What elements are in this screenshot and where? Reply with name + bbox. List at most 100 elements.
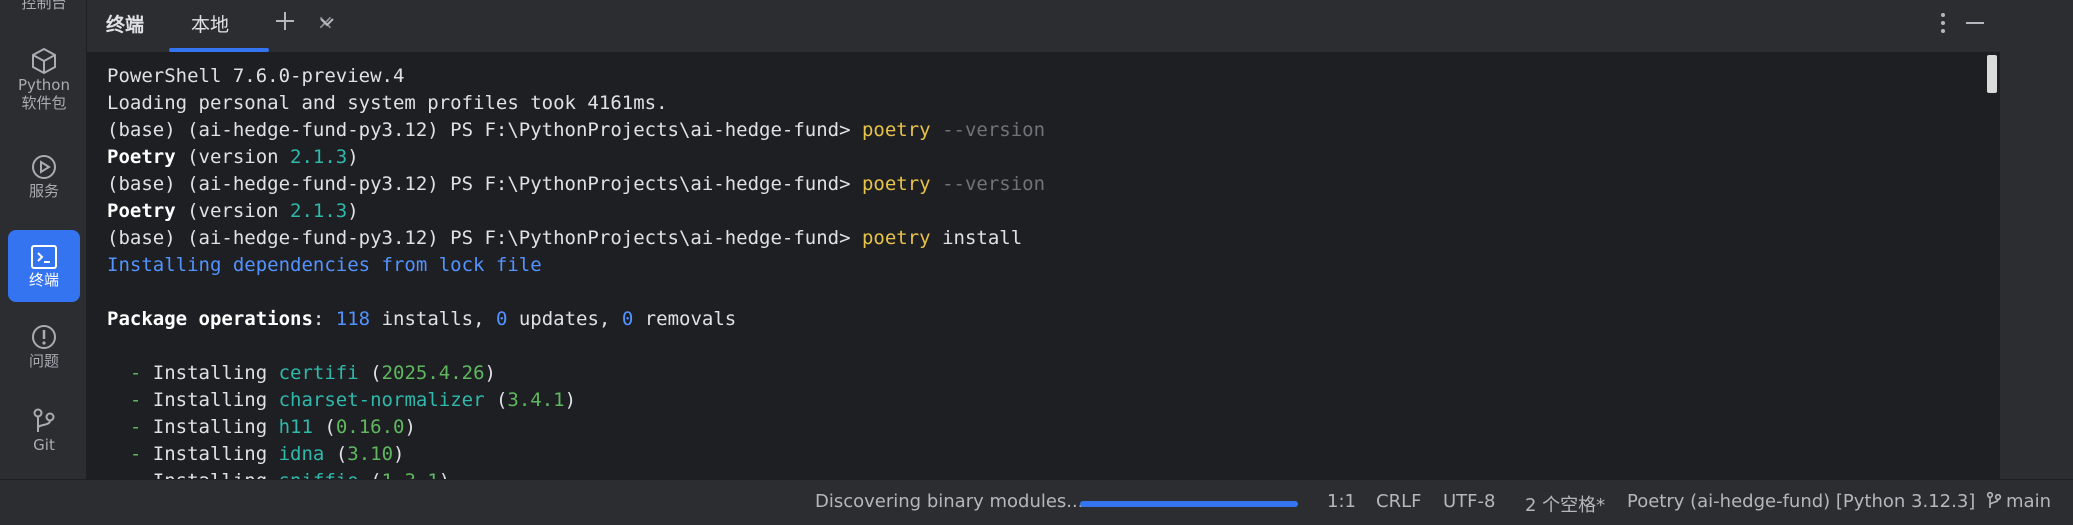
terminal-text-segment: Poetry — [107, 200, 176, 222]
terminal-lines: PowerShell 7.6.0-preview.4 Loading person… — [107, 63, 1045, 479]
line-separator[interactable]: CRLF — [1376, 491, 1421, 512]
terminal-text-segment: idna — [278, 443, 325, 465]
sidebar-item-label: 问题 — [28, 352, 59, 370]
background-task-label[interactable]: Discovering binary modules... — [815, 491, 1083, 512]
terminal-output[interactable]: PowerShell 7.6.0-preview.4 Loading person… — [87, 53, 2000, 479]
terminal-text-segment: 1.3.1 — [382, 470, 439, 479]
terminal-text-segment: charset-normalizer — [278, 389, 485, 411]
terminal-text-segment: Installing — [152, 362, 279, 384]
terminal-text-segment: 0.16.0 — [335, 416, 405, 438]
terminal-text-segment: - — [107, 470, 153, 479]
terminal-text-segment: ) — [347, 146, 359, 168]
terminal-text-segment: Installing — [152, 443, 279, 465]
sidebar-item-label: Git — [33, 436, 55, 454]
progress-fill — [1080, 501, 1298, 507]
status-bar: Discovering binary modules... 1:1 CRLF U… — [0, 479, 2073, 525]
terminal-line: Poetry (version 2.1.3) — [107, 144, 1045, 171]
terminal-text-segment: ) — [347, 200, 359, 222]
git-branch-icon — [1986, 491, 2002, 508]
sidebar-item-python-packages[interactable]: Python 软件包 — [8, 46, 80, 126]
terminal-text-segment: ( — [359, 470, 381, 479]
file-encoding[interactable]: UTF-8 — [1443, 491, 1495, 512]
terminal-line: Poetry (version 2.1.3) — [107, 198, 1045, 225]
terminal-text-segment: - — [107, 362, 153, 384]
terminal-text-segment: Loading personal and system profiles too… — [107, 92, 668, 114]
active-tab-indicator — [169, 48, 269, 52]
sidebar-item-git[interactable]: Git — [8, 406, 80, 466]
chevron-down-icon[interactable] — [317, 12, 337, 32]
background-task-progress — [1080, 501, 1298, 507]
terminal-text-segment: Installing — [153, 470, 279, 479]
terminal-text-segment: ( — [312, 416, 336, 438]
terminal-text-segment: poetry — [861, 227, 931, 249]
terminal-line: - Installing idna (3.10) — [107, 441, 1045, 468]
terminal-text-segment: ( — [358, 362, 382, 384]
terminal-text-segment: ) — [484, 362, 496, 384]
terminal-line: - Installing sniffio (1.3.1) — [107, 468, 1045, 479]
terminal-text-segment: ( — [324, 443, 348, 465]
terminal-text-segment: install — [930, 227, 1023, 249]
terminal-text-segment: 3.4.1 — [507, 389, 565, 411]
terminal-line: (base) (ai-hedge-fund-py3.12) PS F:\Pyth… — [107, 225, 1045, 252]
terminal-text-segment: - — [107, 389, 153, 411]
terminal-text-segment: ) — [404, 416, 416, 438]
branch-name: main — [2006, 491, 2051, 512]
terminal-text-segment: h11 — [278, 416, 313, 438]
terminal-text-segment: ) — [564, 389, 577, 411]
terminal-text-segment: updates, — [507, 308, 622, 330]
terminal-text-segment: --version — [930, 173, 1046, 195]
indent-setting[interactable]: 2 个空格* — [1525, 491, 1605, 517]
terminal-text-segment: Installing dependencies from lock file — [107, 254, 542, 276]
sidebar-item-label: Python 软件包 — [18, 76, 70, 112]
terminal-tab-bar: 终端 本地 × — [87, 0, 2000, 53]
terminal-text-segment: (base) (ai-hedge-fund-py3.12) PS F:\Pyth… — [107, 227, 862, 249]
tool-window-sidebar: 控制台 Python 软件包 服务 终端 问题 Git — [0, 0, 87, 479]
terminal-text-segment: : — [312, 308, 336, 330]
git-branch-icon — [33, 408, 55, 432]
sidebar-item-label: 控制台 — [21, 0, 67, 12]
terminal-line: (base) (ai-hedge-fund-py3.12) PS F:\Pyth… — [107, 171, 1045, 198]
terminal-text-segment: sniffio — [279, 470, 359, 479]
terminal-text-segment: installs, — [370, 308, 496, 330]
terminal-line: - Installing h11 (0.16.0) — [107, 414, 1045, 441]
terminal-text-segment: ( — [484, 389, 508, 411]
tab-label: 本地 — [191, 14, 230, 36]
terminal-text-segment: poetry — [861, 119, 931, 141]
terminal-text-segment: 3.10 — [347, 443, 394, 465]
terminal-text-segment: poetry — [861, 173, 931, 195]
terminal-text-segment: 2.1.3 — [290, 200, 348, 222]
sidebar-item-services[interactable]: 服务 — [8, 152, 80, 212]
sidebar-item-terminal[interactable]: 终端 — [8, 230, 80, 302]
terminal-text-segment: (version — [175, 146, 291, 168]
terminal-text-segment: ) — [439, 470, 450, 479]
terminal-line: - Installing certifi (2025.4.26) — [107, 360, 1045, 387]
terminal-line: Loading personal and system profiles too… — [107, 90, 1045, 117]
sidebar-item-problems[interactable]: 问题 — [8, 322, 80, 382]
terminal-text-segment: 118 — [335, 308, 371, 330]
terminal-text-segment: (version — [175, 200, 291, 222]
plus-icon[interactable] — [272, 8, 298, 34]
terminal-text-segment: 0 — [495, 308, 508, 330]
sidebar-item-console[interactable]: 控制台 — [8, 0, 80, 18]
terminal-text-segment: 2025.4.26 — [381, 362, 485, 384]
terminal-text-segment: - — [107, 443, 153, 465]
python-interpreter[interactable]: Poetry (ai-hedge-fund) [Python 3.12.3] — [1627, 491, 1975, 512]
terminal-text-segment: (base) (ai-hedge-fund-py3.12) PS F:\Pyth… — [107, 119, 862, 141]
terminal-line: (base) (ai-hedge-fund-py3.12) PS F:\Pyth… — [107, 117, 1045, 144]
terminal-text-segment: Poetry — [107, 146, 176, 168]
terminal-text-segment: removals — [633, 308, 737, 330]
terminal-text-segment: Installing — [152, 389, 279, 411]
more-vertical-icon[interactable] — [1938, 10, 1948, 36]
terminal-line: PowerShell 7.6.0-preview.4 — [107, 63, 1045, 90]
terminal-text-segment: certifi — [278, 362, 359, 384]
services-icon — [32, 155, 56, 179]
terminal-text-segment: --version — [930, 119, 1046, 141]
git-branch-widget[interactable]: main — [1986, 491, 2051, 512]
minimize-icon[interactable] — [1964, 10, 1986, 36]
terminal-text-segment: 2.1.3 — [290, 146, 348, 168]
scrollbar-thumb[interactable] — [1987, 55, 1997, 93]
tool-window-title: 终端 — [106, 14, 145, 36]
terminal-text-segment: PowerShell 7.6.0-preview.4 — [107, 65, 405, 87]
caret-position[interactable]: 1:1 — [1327, 491, 1356, 512]
